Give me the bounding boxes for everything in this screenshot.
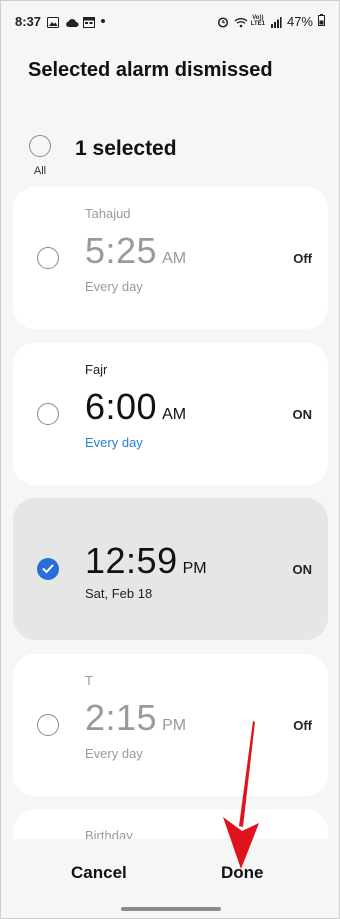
cancel-button[interactable]: Cancel: [71, 863, 127, 883]
select-all-checkbox[interactable]: All: [25, 135, 55, 177]
alarm-name: T: [85, 673, 93, 688]
wifi-icon: [234, 16, 248, 27]
selected-count: 1 selected: [75, 137, 177, 160]
status-bar: 8:37 Vo)) LTE1 47%: [1, 1, 339, 41]
alarm-repeat: Every day: [85, 746, 143, 761]
signal-icon: [270, 16, 282, 28]
alarm-select-radio[interactable]: [37, 247, 59, 269]
alarm-time: 5:25 AM: [85, 230, 186, 272]
alarm-select-radio[interactable]: [37, 403, 59, 425]
alarm-ampm: AM: [162, 250, 187, 267]
volte-indicator: Vo)) LTE1: [251, 15, 265, 27]
volte-line2: LTE1: [250, 21, 265, 27]
alarm-time-value: 6:00: [85, 386, 158, 427]
battery-percent: 47%: [286, 13, 313, 29]
alarm-time: 6:00 AM: [85, 386, 186, 428]
alarm-card[interactable]: 12:59 PM Sat, Feb 18 ON: [13, 498, 328, 640]
alarm-icon: [217, 16, 229, 28]
select-all-label: All: [33, 165, 47, 177]
calendar-icon: [83, 16, 96, 28]
arrow-annotation: [223, 721, 259, 869]
alarm-state: ON: [292, 407, 313, 422]
alarm-ampm: PM: [162, 717, 187, 734]
alarm-card[interactable]: T 2:15 PM Every day Off: [13, 654, 328, 796]
gallery-icon: [47, 16, 60, 28]
alarm-name: Tahajud: [85, 206, 131, 221]
page-title: Selected alarm dismissed: [28, 59, 273, 81]
alarm-card[interactable]: Fajr 6:00 AM Every day ON: [13, 343, 328, 485]
alarm-select-radio[interactable]: [37, 714, 59, 736]
alarm-time: 2:15 PM: [85, 697, 186, 739]
alarm-state: Off: [293, 251, 312, 266]
alarm-name: Fajr: [85, 362, 108, 377]
check-icon[interactable]: [37, 558, 59, 580]
home-indicator[interactable]: [121, 907, 221, 911]
alarm-time-value: 2:15: [85, 697, 158, 738]
alarm-card[interactable]: Tahajud 5:25 AM Every day Off: [13, 187, 328, 329]
alarm-state: ON: [292, 562, 313, 577]
alarm-ampm: AM: [162, 406, 187, 423]
status-time: 8:37: [15, 13, 42, 29]
alarm-state: Off: [293, 718, 312, 733]
alarm-time: 12:59 PM: [85, 540, 207, 582]
alarm-repeat: Sat, Feb 18: [85, 586, 153, 601]
battery-icon: [318, 13, 325, 29]
alarm-time-value: 12:59: [85, 540, 178, 581]
alarm-ampm: PM: [182, 560, 207, 577]
notification-dot: [101, 19, 106, 23]
alarm-repeat: Every day: [85, 435, 143, 450]
alarm-select-screen: 8:37 Vo)) LTE1 47% Selected alarm dismis…: [0, 0, 340, 919]
alarm-repeat: Every day: [85, 279, 143, 294]
alarm-time-value: 5:25: [85, 230, 158, 271]
cloud-icon: [65, 16, 79, 27]
select-all-radio[interactable]: [29, 135, 51, 157]
